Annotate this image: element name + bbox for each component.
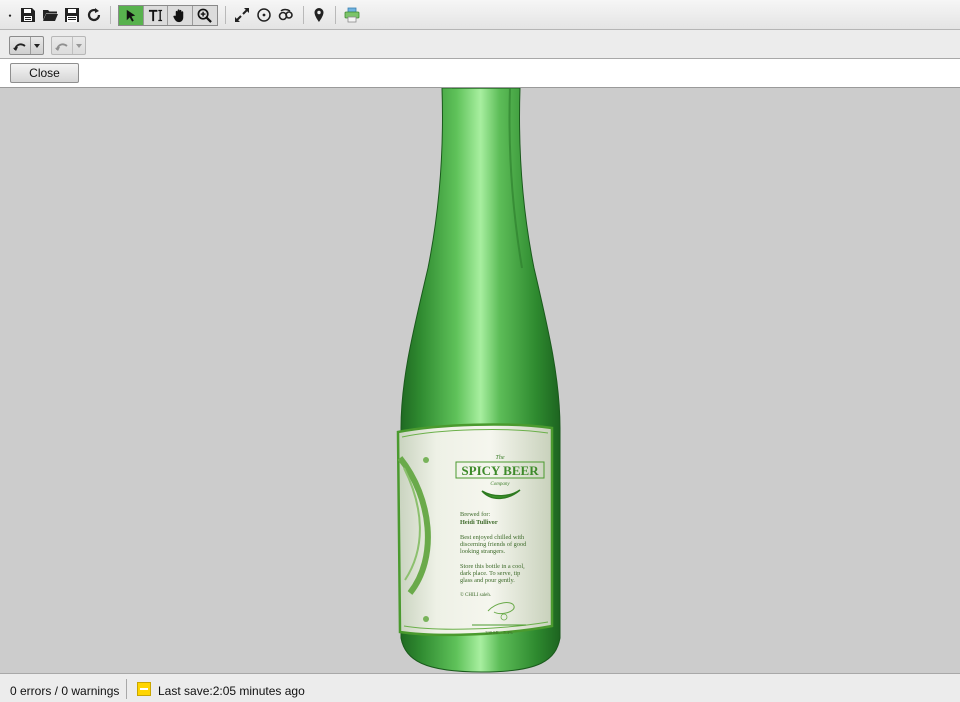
label-brewed-for: Brewed for: bbox=[460, 511, 490, 518]
label-company: Company bbox=[490, 482, 510, 487]
select-arrow-icon[interactable] bbox=[119, 6, 144, 25]
label-copyright: © CHILI saleh. bbox=[460, 592, 491, 598]
chevron-down-icon[interactable] bbox=[31, 37, 43, 54]
label-the: The bbox=[496, 455, 505, 461]
toolbar-separator bbox=[303, 6, 304, 24]
error-count: 0 errors / 0 warnings bbox=[10, 684, 120, 698]
label-footer: 330 ML · 5.4% bbox=[485, 630, 513, 635]
close-button[interactable]: Close bbox=[10, 63, 79, 83]
render-icon[interactable] bbox=[276, 5, 296, 25]
expand-icon[interactable] bbox=[232, 5, 252, 25]
target-icon[interactable] bbox=[254, 5, 274, 25]
toolbar-separator bbox=[110, 6, 111, 24]
chevron-down-icon[interactable] bbox=[73, 37, 85, 54]
label-line2: discerning friends of good bbox=[460, 541, 527, 548]
save-icon[interactable] bbox=[18, 5, 38, 25]
label-line1: Best enjoyed chilled with bbox=[460, 534, 525, 541]
zoom-icon[interactable] bbox=[193, 6, 218, 25]
status-bar: 0 errors / 0 warnings Last save:2:05 min… bbox=[0, 673, 960, 702]
toolbar-separator bbox=[335, 6, 336, 24]
status-separator bbox=[126, 679, 127, 699]
label-line4: Store this bottle in a cool, bbox=[460, 563, 525, 570]
close-bar: Close bbox=[0, 59, 960, 88]
unsaved-indicator-icon bbox=[137, 682, 151, 696]
save-as-icon[interactable] bbox=[62, 5, 82, 25]
last-save-status: Last save:2:05 minutes ago bbox=[158, 684, 305, 698]
app-window: Close The SPICY BEER Company Brewed for:… bbox=[0, 0, 960, 702]
main-toolbar bbox=[0, 0, 960, 30]
text-tool-icon[interactable] bbox=[144, 6, 168, 25]
hand-pan-icon[interactable] bbox=[168, 6, 193, 25]
new-dot-icon[interactable] bbox=[5, 5, 15, 25]
undo-split-button[interactable] bbox=[9, 36, 44, 55]
toolbar-separator bbox=[225, 6, 226, 24]
pin-icon[interactable] bbox=[309, 5, 329, 25]
label-line6: glass and pour gently. bbox=[460, 577, 515, 584]
label-line5: dark place. To serve, tip bbox=[460, 570, 520, 577]
bottle-label bbox=[396, 423, 554, 637]
3d-viewport[interactable]: The SPICY BEER Company Brewed for: Heidi… bbox=[0, 88, 960, 673]
redo-icon[interactable] bbox=[52, 37, 73, 54]
redo-split-button[interactable] bbox=[51, 36, 86, 55]
open-folder-icon[interactable] bbox=[40, 5, 60, 25]
print-icon[interactable] bbox=[342, 5, 362, 25]
undo-icon[interactable] bbox=[10, 37, 31, 54]
tool-mode-group bbox=[118, 5, 218, 26]
label-recipient: Heidi Tullivor bbox=[460, 519, 498, 526]
edit-toolbar bbox=[0, 30, 960, 59]
refresh-icon[interactable] bbox=[84, 5, 104, 25]
label-line3: looking strangers. bbox=[460, 548, 506, 555]
bottle-render: The SPICY BEER Company Brewed for: Heidi… bbox=[396, 88, 561, 673]
label-brand: SPICY BEER bbox=[461, 463, 539, 478]
